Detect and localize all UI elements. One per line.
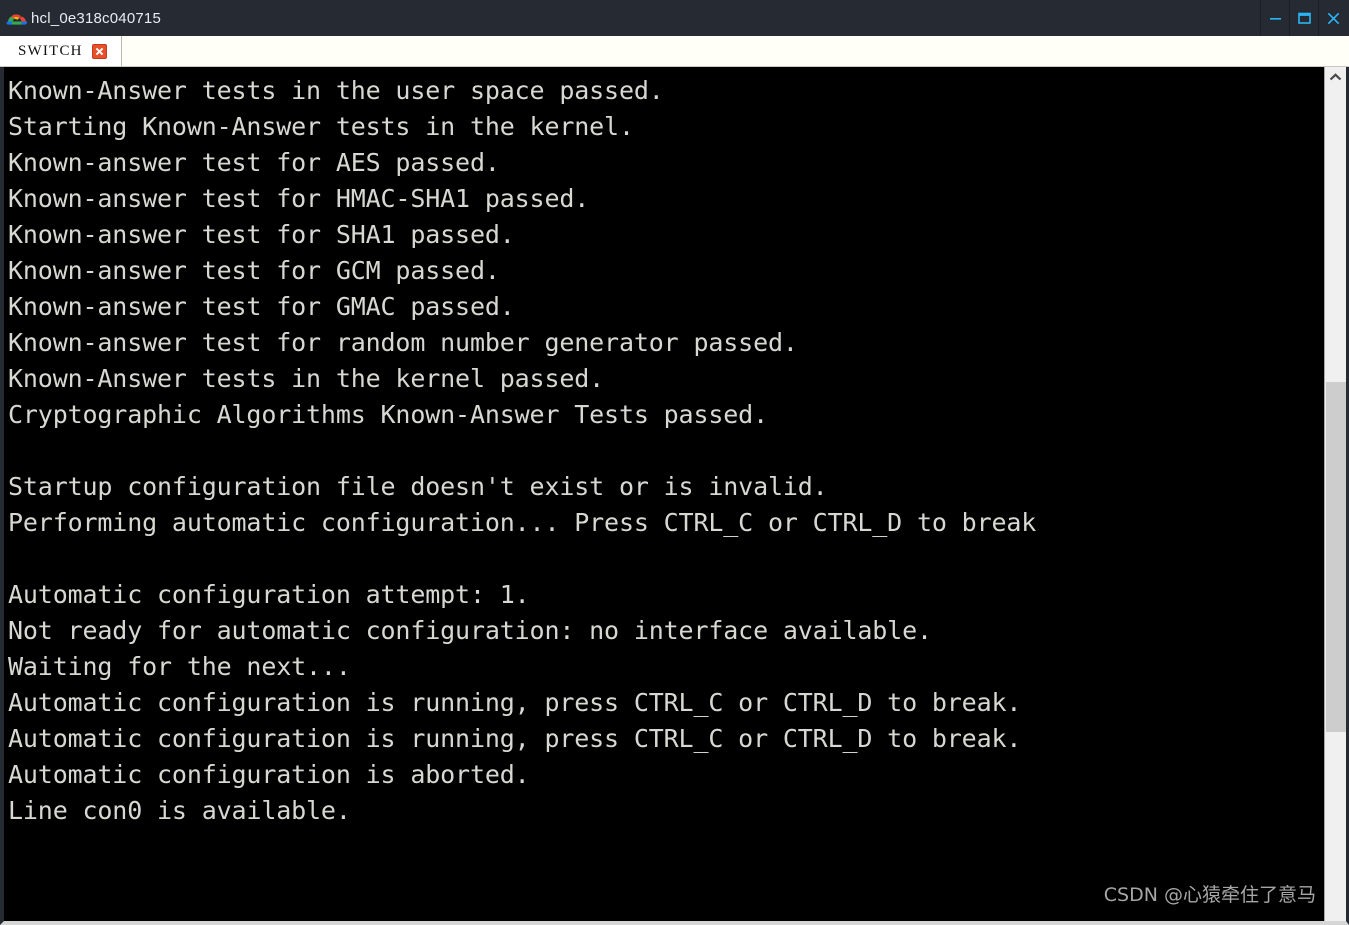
vertical-scrollbar[interactable] bbox=[1324, 67, 1346, 921]
terminal-line: Waiting for the next... bbox=[8, 652, 351, 681]
terminal-line: Not ready for automatic configuration: n… bbox=[8, 616, 932, 645]
terminal-line: Known-answer test for GCM passed. bbox=[8, 256, 500, 285]
terminal-line: Startup configuration file doesn't exist… bbox=[8, 472, 828, 501]
window-title: hcl_0e318c040715 bbox=[31, 9, 161, 27]
close-icon bbox=[1327, 12, 1340, 25]
tab-switch[interactable]: SWITCH bbox=[0, 36, 122, 66]
scrollbar-track[interactable] bbox=[1326, 87, 1346, 921]
terminal-window: hcl_0e318c040715 SWITCH Known-Answer tes… bbox=[0, 0, 1349, 925]
terminal-line: Known-Answer tests in the user space pas… bbox=[8, 76, 664, 105]
terminal-area: Known-Answer tests in the user space pas… bbox=[0, 67, 1349, 925]
terminal-line: Line con0 is available. bbox=[8, 796, 351, 825]
minimize-button[interactable] bbox=[1260, 0, 1289, 36]
close-button[interactable] bbox=[1318, 0, 1347, 36]
tab-strip: SWITCH bbox=[0, 36, 1349, 67]
terminal-line: Automatic configuration is aborted. bbox=[8, 760, 530, 789]
terminal-line: Known-answer test for HMAC-SHA1 passed. bbox=[8, 184, 590, 213]
tab-label: SWITCH bbox=[18, 42, 83, 59]
terminal-line: Known-answer test for GMAC passed. bbox=[8, 292, 515, 321]
tab-close-icon[interactable] bbox=[91, 43, 107, 59]
terminal-line: Automatic configuration is running, pres… bbox=[8, 688, 1022, 717]
terminal-line: Known-answer test for random number gene… bbox=[8, 328, 798, 357]
maximize-button[interactable] bbox=[1289, 0, 1318, 36]
window-controls bbox=[1260, 0, 1349, 36]
terminal-line: Cryptographic Algorithms Known-Answer Te… bbox=[8, 400, 768, 429]
scroll-up-button[interactable] bbox=[1325, 67, 1346, 87]
terminal-line: Starting Known-Answer tests in the kerne… bbox=[8, 112, 634, 141]
terminal-line: Known-answer test for SHA1 passed. bbox=[8, 220, 515, 249]
terminal-line: Automatic configuration attempt: 1. bbox=[8, 580, 530, 609]
terminal-line: Known-Answer tests in the kernel passed. bbox=[8, 364, 605, 393]
terminal-line: Known-answer test for AES passed. bbox=[8, 148, 500, 177]
title-bar: hcl_0e318c040715 bbox=[0, 0, 1349, 36]
chevron-up-icon bbox=[1329, 72, 1342, 82]
terminal-line: Automatic configuration is running, pres… bbox=[8, 724, 1022, 753]
terminal-screen[interactable]: Known-Answer tests in the user space pas… bbox=[4, 67, 1324, 921]
minimize-icon bbox=[1269, 13, 1282, 24]
maximize-icon bbox=[1297, 12, 1311, 24]
terminal-line: Performing automatic configuration... Pr… bbox=[8, 508, 1037, 537]
cloud-icon bbox=[4, 5, 30, 31]
scrollbar-thumb[interactable] bbox=[1326, 382, 1346, 732]
